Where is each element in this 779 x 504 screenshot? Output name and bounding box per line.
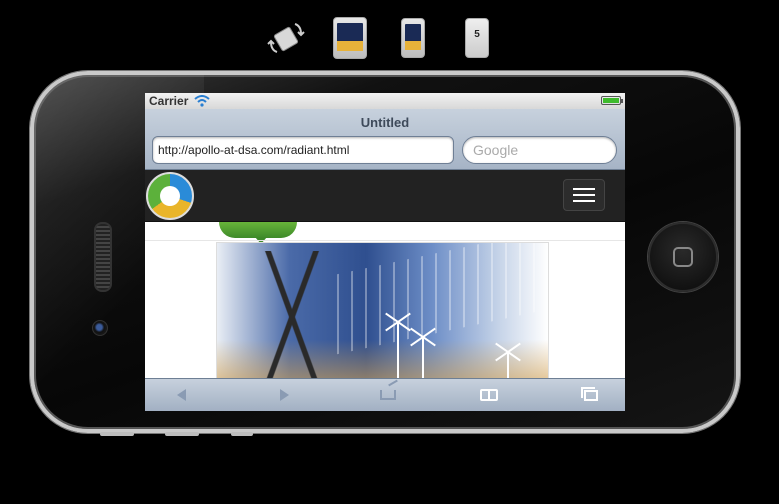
battery-icon	[601, 96, 623, 105]
share-button[interactable]	[378, 387, 398, 403]
iphone-icon	[401, 18, 425, 58]
volume-button[interactable]	[100, 432, 134, 436]
page-content	[145, 222, 625, 382]
company-logo[interactable]	[146, 172, 194, 220]
bookmarks-button[interactable]	[479, 387, 499, 403]
mute-switch[interactable]	[231, 432, 253, 436]
volume-button[interactable]	[165, 432, 199, 436]
hamburger-icon	[573, 188, 595, 190]
bookmarks-icon	[480, 389, 498, 401]
browser-bar: Untitled http://apollo-at-dsa.com/radian…	[145, 109, 625, 170]
hamburger-menu-button[interactable]	[563, 179, 605, 211]
back-button[interactable]	[171, 387, 191, 403]
ipad-device-button[interactable]	[333, 17, 367, 59]
iphone5-device-button[interactable]: 5	[464, 18, 490, 58]
search-field[interactable]: Google	[462, 136, 617, 164]
phone-screen: Carrier Untitled http://apollo-at-dsa.co…	[145, 93, 625, 411]
carrier-label: Carrier	[149, 94, 189, 108]
battery-level	[603, 98, 619, 103]
rotate-icon	[267, 23, 305, 53]
home-button[interactable]	[648, 222, 718, 292]
front-camera	[92, 320, 108, 336]
back-arrow-icon	[176, 389, 186, 401]
forward-arrow-icon	[279, 389, 289, 401]
forward-button[interactable]	[274, 387, 294, 403]
rotate-device-button[interactable]	[266, 18, 306, 58]
earpiece-speaker	[94, 222, 112, 292]
power-tower-graphic	[257, 251, 327, 381]
hero-image	[216, 242, 549, 382]
url-field[interactable]: http://apollo-at-dsa.com/radiant.html	[152, 136, 454, 164]
tabs-button[interactable]	[581, 386, 601, 403]
browser-bottom-toolbar	[145, 378, 625, 411]
page-title: Untitled	[360, 115, 410, 130]
ipad-icon	[333, 17, 367, 59]
home-square-icon	[673, 247, 693, 267]
iphone4-device-button[interactable]	[400, 18, 426, 58]
wifi-icon	[194, 95, 211, 107]
divider	[145, 240, 625, 241]
site-navbar	[145, 170, 625, 222]
iphone5-icon: 5	[465, 18, 489, 58]
share-icon	[380, 390, 396, 400]
partial-logo-image	[219, 222, 297, 244]
status-bar: Carrier	[145, 93, 625, 109]
tabs-icon	[581, 386, 598, 401]
iphone5-label: 5	[474, 29, 480, 40]
